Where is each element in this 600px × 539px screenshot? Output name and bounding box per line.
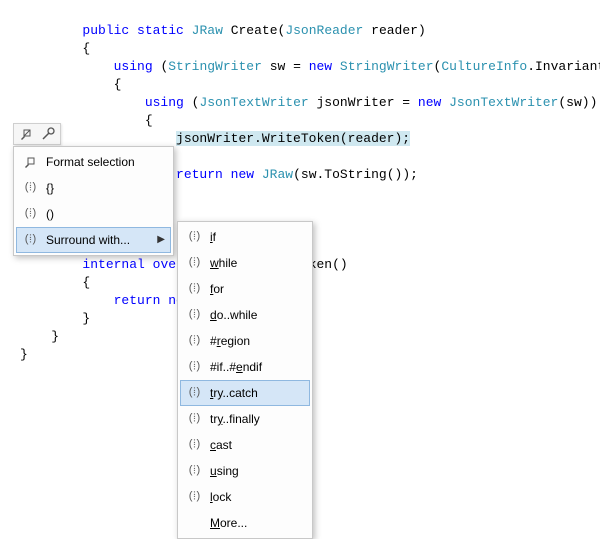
bracket-icon: (⦙) (184, 382, 204, 404)
code-line: using (JsonTextWriter jsonWriter = new J… (20, 95, 597, 110)
bracket-icon: (⦙) (184, 330, 204, 352)
submenu-item-region[interactable]: (⦙) #region (180, 328, 310, 354)
submenu-item-label: for (210, 278, 304, 300)
code-line: { (20, 275, 90, 290)
bracket-icon: (⦙) (184, 460, 204, 482)
code-line: return ne (20, 293, 184, 308)
submenu-item-label: try..catch (210, 382, 304, 404)
submenu-item-label: do..while (210, 304, 304, 326)
code-line: jsonWriter.WriteToken(reader); (20, 131, 410, 146)
wrench-icon[interactable] (40, 126, 56, 142)
bracket-icon: (⦙) (184, 434, 204, 456)
code-line: using (StringWriter sw = new StringWrite… (20, 59, 600, 74)
paintbrush-icon (20, 155, 40, 169)
code-line: { (20, 41, 90, 56)
submenu-item-while[interactable]: (⦙) while (180, 250, 310, 276)
selected-code: jsonWriter.WriteToken(reader); (176, 131, 410, 146)
submenu-item-label: using (210, 460, 304, 482)
code-line: } (20, 347, 28, 362)
bracket-icon: (⦙) (184, 278, 204, 300)
bracket-icon: (⦙) (20, 177, 40, 199)
submenu-item-label: if (210, 226, 304, 248)
menu-item-label: {} (46, 177, 165, 199)
submenu-item-label: while (210, 252, 304, 274)
quick-actions-toolbar (13, 123, 61, 145)
submenu-item-dowhile[interactable]: (⦙) do..while (180, 302, 310, 328)
submenu-item-tryfinally[interactable]: (⦙) try..finally (180, 406, 310, 432)
code-line: } (20, 311, 90, 326)
chevron-right-icon: ▶ (157, 229, 165, 251)
code-line: public static JRaw Create(JsonReader rea… (20, 23, 426, 38)
submenu-item-if[interactable]: (⦙) if (180, 224, 310, 250)
bracket-icon: (⦙) (184, 408, 204, 430)
submenu-item-label: try..finally (210, 408, 304, 430)
submenu-item-more[interactable]: More... (180, 510, 310, 536)
bracket-icon: (⦙) (20, 203, 40, 225)
menu-item-format-selection[interactable]: Format selection (16, 149, 171, 175)
surround-with-submenu: (⦙) if (⦙) while (⦙) for (⦙) do..while (… (177, 221, 313, 539)
submenu-item-label: #region (210, 330, 304, 352)
submenu-item-trycatch[interactable]: (⦙) try..catch (180, 380, 310, 406)
submenu-item-label: cast (210, 434, 304, 456)
submenu-item-ifendif[interactable]: (⦙) #if..#endif (180, 354, 310, 380)
code-line: { (20, 77, 121, 92)
submenu-item-label: #if..#endif (210, 356, 304, 378)
submenu-item-for[interactable]: (⦙) for (180, 276, 310, 302)
menu-item-braces[interactable]: (⦙) {} (16, 175, 171, 201)
submenu-item-using[interactable]: (⦙) using (180, 458, 310, 484)
submenu-item-lock[interactable]: (⦙) lock (180, 484, 310, 510)
bracket-icon: (⦙) (184, 226, 204, 248)
menu-item-label: Surround with... (46, 229, 157, 251)
context-menu: Format selection (⦙) {} (⦙) () (⦙) Surro… (13, 146, 174, 256)
menu-item-label: Format selection (46, 151, 165, 173)
paintbrush-icon[interactable] (18, 126, 34, 142)
bracket-icon: (⦙) (184, 304, 204, 326)
bracket-icon: (⦙) (20, 229, 40, 251)
bracket-icon: (⦙) (184, 356, 204, 378)
menu-item-surround-with[interactable]: (⦙) Surround with... ▶ (16, 227, 171, 253)
submenu-item-cast[interactable]: (⦙) cast (180, 432, 310, 458)
submenu-item-label: lock (210, 486, 304, 508)
code-line: } (20, 329, 59, 344)
submenu-item-label: More... (210, 512, 304, 534)
menu-item-label: () (46, 203, 165, 225)
menu-item-parens[interactable]: (⦙) () (16, 201, 171, 227)
bracket-icon: (⦙) (184, 252, 204, 274)
bracket-icon: (⦙) (184, 486, 204, 508)
